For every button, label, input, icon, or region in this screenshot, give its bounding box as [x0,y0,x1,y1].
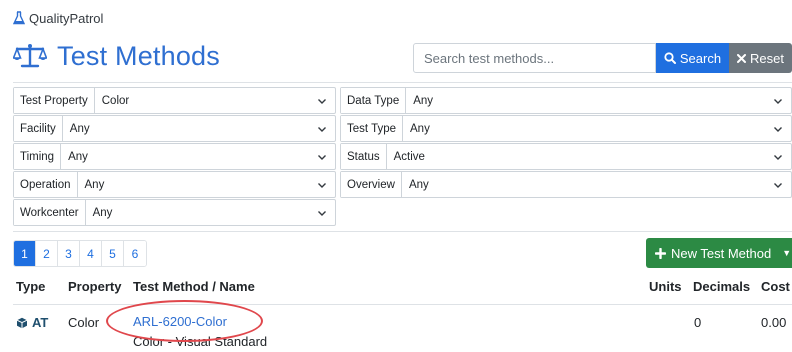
new-test-method-label: New Test Method [671,245,772,261]
filter-status[interactable]: Status Active [340,143,792,170]
filter-value: Color [101,94,130,107]
column-header-method[interactable]: Test Method / Name [133,279,255,294]
filter-value: Any [410,122,430,135]
chevron-down-icon [318,154,326,160]
chevron-down-icon [774,98,782,104]
page-link-3[interactable]: 3 [58,241,80,266]
chevron-down-icon [774,154,782,160]
page-link-2[interactable]: 2 [36,241,58,266]
filter-timing[interactable]: Timing Any [13,143,336,170]
page-link-6[interactable]: 6 [124,241,146,266]
chevron-down-icon [318,98,326,104]
new-test-method-button[interactable]: New Test Method ▼ [646,238,792,268]
pagination: 1 2 3 4 5 6 [13,240,147,267]
flask-icon [13,11,25,25]
test-method-link[interactable]: ARL-6200-Color [133,314,227,329]
filter-label: Workcenter [14,200,86,225]
column-header-cost[interactable]: Cost [761,279,790,294]
search-icon [664,52,676,64]
filter-data-type[interactable]: Data Type Any [340,87,792,114]
page-link-1[interactable]: 1 [14,241,36,266]
page-link-5[interactable]: 5 [102,241,124,266]
filter-workcenter[interactable]: Workcenter Any [13,199,336,226]
page-title-text: Test Methods [57,40,220,71]
chevron-down-icon [318,210,326,216]
filter-label: Operation [14,172,78,197]
search-button-label: Search [679,50,722,66]
filter-value: Any [84,178,105,191]
close-icon [737,53,747,63]
type-cell: AT [16,315,48,330]
page-link-4[interactable]: 4 [80,241,102,266]
filter-label: Facility [14,116,63,141]
filter-facility[interactable]: Facility Any [13,115,336,142]
filter-label: Overview [341,172,402,197]
filter-label: Data Type [341,88,407,113]
caret-down-icon[interactable]: ▼ [782,248,791,258]
reset-button-label: Reset [750,50,784,66]
scale-icon [13,44,47,68]
filter-operation[interactable]: Operation Any [13,171,336,198]
filter-label: Test Property [14,88,95,113]
filter-test-property[interactable]: Test Property Color [13,87,336,114]
filter-value: Any [408,178,429,191]
decimals-cell: 0 [694,315,702,330]
chevron-down-icon [318,126,326,132]
column-header-property[interactable]: Property [68,279,121,294]
column-header-decimals[interactable]: Decimals [693,279,750,294]
test-method-name: Color - Visual Standard [133,334,268,349]
filter-value: Any [92,206,113,219]
filter-value: Any [69,122,90,135]
filter-divider [13,231,792,232]
plus-icon [655,247,666,259]
property-cell: Color [68,315,100,330]
filter-label: Test Type [341,116,404,141]
chevron-down-icon [774,182,782,188]
page-title: Test Methods [13,36,220,76]
filter-value: Any [413,94,434,107]
column-header-units[interactable]: Units [649,279,682,294]
search-button[interactable]: Search [656,43,729,73]
cube-icon [16,317,28,328]
chevron-down-icon [318,182,326,188]
search-input[interactable] [413,43,656,73]
table-row-divider [13,304,792,305]
filter-label: Status [341,144,387,169]
filter-overview[interactable]: Overview Any [340,171,792,198]
filter-value: Any [68,150,88,163]
chevron-down-icon [774,126,782,132]
filter-value: Active [393,150,425,163]
column-header-type[interactable]: Type [16,279,45,294]
filter-label: Timing [14,144,62,169]
cost-cell: 0.00 [761,315,787,330]
header-divider [13,82,792,83]
type-value: AT [32,315,49,330]
search-group: Search Reset [413,43,792,73]
brand[interactable]: QualityPatrol [13,8,103,28]
filter-test-type[interactable]: Test Type Any [340,115,792,142]
reset-button[interactable]: Reset [729,43,792,73]
brand-name: QualityPatrol [29,10,104,26]
